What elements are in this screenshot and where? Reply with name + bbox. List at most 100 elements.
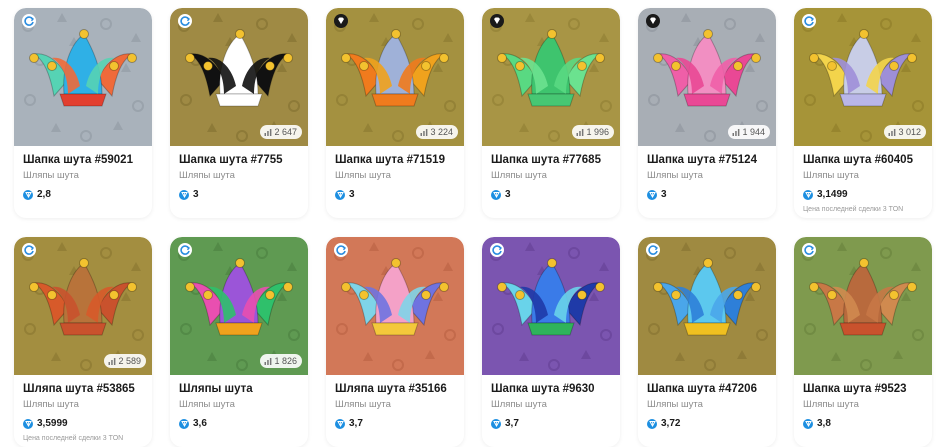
gift-name: Шапка шута #7755 bbox=[179, 154, 283, 166]
gift-card[interactable]: Шляпа шута #35166 Шляпы шута 3,7 bbox=[326, 237, 464, 447]
bars-icon bbox=[264, 129, 272, 136]
gift-image bbox=[326, 237, 464, 375]
gift-image bbox=[638, 237, 776, 375]
gift-price: 3,8 bbox=[803, 418, 926, 429]
price-value: 3,6 bbox=[193, 418, 207, 429]
ton-icon bbox=[23, 189, 33, 200]
gift-card[interactable]: 2 589 Шляпа шута #53865 Шляпы шута 3,5999 Це… bbox=[14, 237, 152, 447]
gift-card[interactable]: 1 826 Шляпы шута Шляпы шута 3,6 bbox=[170, 237, 308, 447]
ton-icon bbox=[803, 189, 813, 200]
price-value: 3,7 bbox=[349, 418, 363, 429]
gift-price: 3 bbox=[335, 189, 458, 200]
gift-card[interactable]: 3 012 Шапка шута #60405 Шляпы шута 3,1499 Це… bbox=[794, 8, 932, 218]
bars-icon bbox=[888, 129, 896, 136]
gift-name: Шапка шута #47206 bbox=[647, 383, 757, 395]
gift-name: Шапка шута #9523 bbox=[803, 383, 907, 395]
gift-image bbox=[794, 237, 932, 375]
gift-collection: Шляпы шута bbox=[23, 399, 79, 410]
gift-name: Шапка шута #9630 bbox=[491, 383, 595, 395]
supply-badge: 2 589 bbox=[104, 354, 146, 368]
gift-name: Шляпа шута #35166 bbox=[335, 383, 447, 395]
gift-card[interactable]: Шапка шута #9523 Шляпы шута 3,8 bbox=[794, 237, 932, 447]
jester-hat-image bbox=[22, 13, 144, 142]
gift-collection: Шляпы шута bbox=[23, 170, 79, 181]
gift-collection: Шляпы шута bbox=[647, 399, 703, 410]
gift-card[interactable]: 1 944 Шапка шута #75124 Шляпы шута 3 bbox=[638, 8, 776, 218]
ton-icon bbox=[335, 418, 345, 429]
price-value: 3 bbox=[661, 189, 667, 200]
supply-count: 2 589 bbox=[118, 356, 141, 366]
gift-image bbox=[14, 8, 152, 146]
gift-collection: Шляпы шута bbox=[803, 399, 859, 410]
gift-card[interactable]: 3 224 Шапка шута #71519 Шляпы шута 3 bbox=[326, 8, 464, 218]
gift-price: 3,6 bbox=[179, 418, 302, 429]
gift-name: Шляпы шута bbox=[179, 383, 253, 395]
refresh-badge-icon bbox=[802, 14, 816, 28]
gift-price: 2,8 bbox=[23, 189, 146, 200]
gift-card[interactable]: Шапка шута #9630 Шляпы шута 3,7 bbox=[482, 237, 620, 447]
gift-card[interactable]: Шапка шута #47206 Шляпы шута 3,72 bbox=[638, 237, 776, 447]
refresh-badge-icon bbox=[490, 243, 504, 257]
gift-price: 3 bbox=[647, 189, 770, 200]
gift-collection: Шляпы шута bbox=[491, 170, 547, 181]
gift-price: 3,5999 bbox=[23, 418, 146, 429]
gift-grid: Шапка шута #59021 Шляпы шута 2,8 2 647 Шапка… bbox=[0, 0, 944, 447]
ton-icon bbox=[23, 418, 33, 429]
bars-icon bbox=[732, 129, 740, 136]
gift-name: Шапка шута #77685 bbox=[491, 154, 601, 166]
gift-name: Шляпа шута #53865 bbox=[23, 383, 135, 395]
supply-badge: 1 944 bbox=[728, 125, 770, 139]
price-value: 3,72 bbox=[661, 418, 681, 429]
supply-badge: 3 012 bbox=[884, 125, 926, 139]
supply-count: 2 647 bbox=[274, 127, 297, 137]
gift-collection: Шляпы шута bbox=[803, 170, 859, 181]
supply-count: 1 996 bbox=[586, 127, 609, 137]
ton-icon bbox=[335, 189, 345, 200]
gift-image: 3 224 bbox=[326, 8, 464, 146]
gift-card[interactable]: Шапка шута #59021 Шляпы шута 2,8 bbox=[14, 8, 152, 218]
ton-icon bbox=[491, 418, 501, 429]
last-sale-price: Цена последней сделки 3 TON bbox=[803, 206, 904, 213]
gift-price: 3 bbox=[491, 189, 614, 200]
last-sale-price: Цена последней сделки 3 TON bbox=[23, 435, 124, 442]
ton-icon bbox=[179, 418, 189, 429]
supply-count: 3 012 bbox=[898, 127, 921, 137]
gift-name: Шапка шута #60405 bbox=[803, 154, 913, 166]
gift-collection: Шляпы шута bbox=[491, 399, 547, 410]
bars-icon bbox=[420, 129, 428, 136]
gift-image: 1 826 bbox=[170, 237, 308, 375]
gift-card[interactable]: 2 647 Шапка шута #7755 Шляпы шута 3 bbox=[170, 8, 308, 218]
price-value: 3 bbox=[193, 189, 199, 200]
gift-card[interactable]: 1 996 Шапка шута #77685 Шляпы шута 3 bbox=[482, 8, 620, 218]
gift-collection: Шляпы шута bbox=[179, 399, 235, 410]
diamond-badge-icon bbox=[490, 14, 504, 28]
supply-count: 1 944 bbox=[742, 127, 765, 137]
gift-collection: Шляпы шута bbox=[647, 170, 703, 181]
refresh-badge-icon bbox=[646, 243, 660, 257]
jester-hat-image bbox=[802, 242, 924, 371]
gift-image: 2 647 bbox=[170, 8, 308, 146]
gift-price: 3,72 bbox=[647, 418, 770, 429]
gift-name: Шапка шута #71519 bbox=[335, 154, 445, 166]
gift-collection: Шляпы шута bbox=[179, 170, 235, 181]
gift-name: Шапка шута #59021 bbox=[23, 154, 133, 166]
gift-price: 3,7 bbox=[335, 418, 458, 429]
gift-image: 3 012 bbox=[794, 8, 932, 146]
gift-price: 3,7 bbox=[491, 418, 614, 429]
refresh-badge-icon bbox=[178, 243, 192, 257]
ton-icon bbox=[491, 189, 501, 200]
bars-icon bbox=[108, 358, 116, 365]
price-value: 3 bbox=[349, 189, 355, 200]
supply-badge: 3 224 bbox=[416, 125, 458, 139]
diamond-badge-icon bbox=[334, 14, 348, 28]
refresh-badge-icon bbox=[178, 14, 192, 28]
price-value: 3,7 bbox=[505, 418, 519, 429]
supply-badge: 1 826 bbox=[260, 354, 302, 368]
supply-count: 1 826 bbox=[274, 356, 297, 366]
price-value: 3 bbox=[505, 189, 511, 200]
bars-icon bbox=[264, 358, 272, 365]
gift-image: 2 589 bbox=[14, 237, 152, 375]
gift-price: 3,1499 bbox=[803, 189, 926, 200]
gift-name: Шапка шута #75124 bbox=[647, 154, 757, 166]
ton-icon bbox=[647, 189, 657, 200]
